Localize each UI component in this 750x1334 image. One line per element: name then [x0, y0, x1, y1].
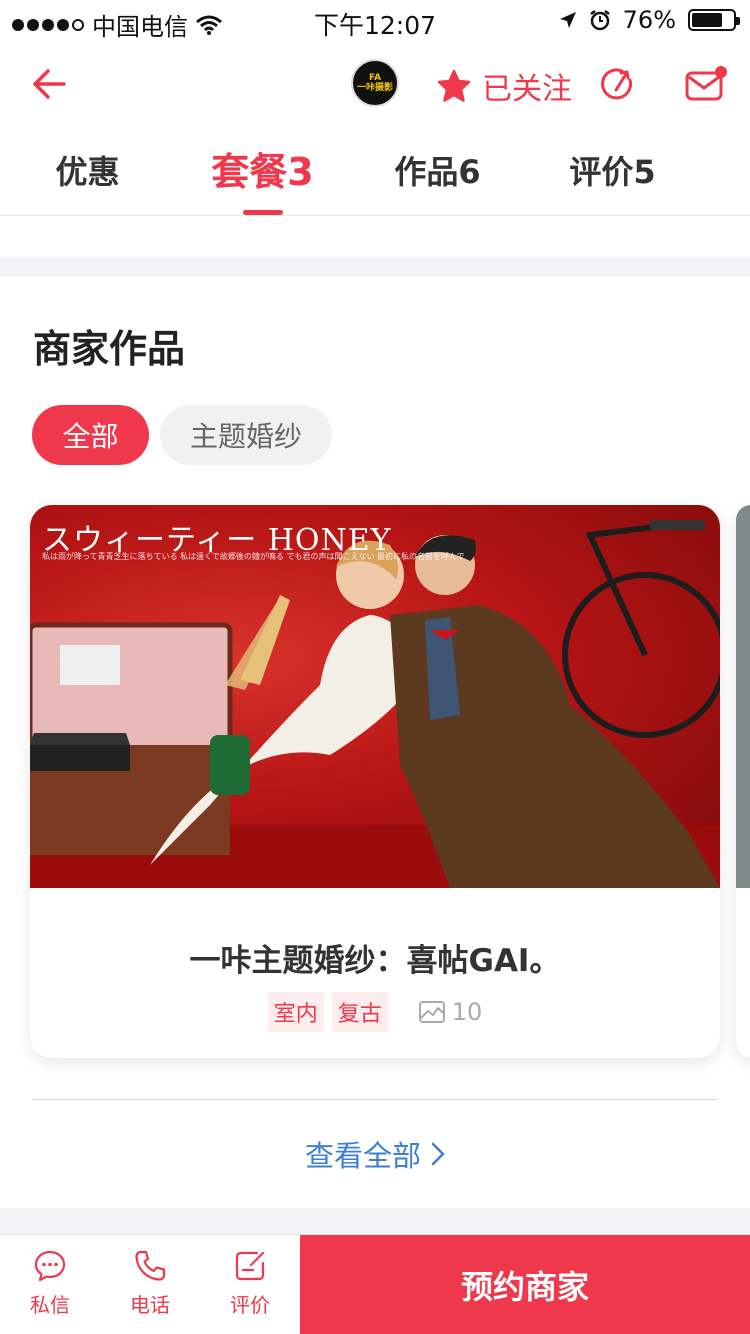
tab-reviews[interactable]: 评价5 [525, 128, 700, 215]
divider [32, 1099, 718, 1100]
review-edit-icon [235, 1251, 265, 1281]
section-title: 商家作品 [33, 327, 186, 371]
phone-label: 电话 [130, 1293, 170, 1317]
tab-package[interactable]: 套餐3 [175, 128, 350, 215]
section-separator [0, 257, 750, 277]
image-icon [418, 1001, 445, 1023]
photo-caption-line: 私は雨が降って青青芝生に落ちている 私は遠くで故郷後の鐘が鳴る でも君の声は聞こ… [42, 552, 465, 561]
merchant-avatar[interactable]: FA 一咔摄影 [351, 59, 399, 107]
location-arrow-icon [559, 12, 576, 28]
avatar-logo-subtext: 一咔摄影 [356, 83, 393, 93]
share-button[interactable] [600, 66, 636, 102]
battery-percent: 76% [622, 6, 676, 34]
private-message-label: 私信 [30, 1293, 70, 1317]
battery-fill [692, 13, 723, 27]
next-work-card-peek[interactable] [736, 505, 750, 1058]
status-right: 76% [559, 6, 740, 34]
battery-icon [688, 9, 740, 31]
section-separator-bottom [0, 1208, 750, 1234]
status-bar: 中国电信 下午12:07 76% [0, 0, 750, 41]
book-merchant-button[interactable]: 预约商家 [300, 1235, 750, 1334]
photo-count: 10 [418, 998, 483, 1026]
tag-retro: 复古 [331, 992, 388, 1032]
envelope-icon [685, 66, 727, 101]
back-arrow-icon [33, 69, 66, 99]
share-icon [601, 68, 633, 100]
back-button[interactable] [28, 62, 72, 106]
filter-all[interactable]: 全部 [32, 405, 149, 465]
work-title: 一咔主题婚纱：喜帖GAI。 [189, 943, 561, 979]
chat-bubble-icon [34, 1250, 66, 1282]
phone-icon [135, 1250, 166, 1281]
photo-count-value: 10 [451, 998, 483, 1026]
work-photo: スウィーティー HONEY 私は雨が降って青青芝生に落ちている 私は遠くで故郷後… [30, 505, 720, 888]
bottom-action-bar: 私信 电话 评价 预约商家 [0, 1234, 750, 1334]
follow-label: 已关注 [482, 72, 572, 107]
phone-button[interactable]: 电话 [110, 1249, 190, 1318]
view-all-label: 查看全部 [304, 1139, 421, 1173]
work-meta: 室内 复古 10 [30, 992, 720, 1032]
tab-bar: 优惠 套餐3 作品6 评价5 [0, 128, 750, 216]
follow-button[interactable]: 已关注 [436, 64, 572, 108]
tab-works[interactable]: 作品6 [350, 128, 525, 215]
private-message-button[interactable]: 私信 [10, 1249, 90, 1318]
avatar-logo-text: FA [368, 73, 382, 83]
nav-bar: FA 一咔摄影 已关注 [0, 40, 750, 128]
chevron-right-icon [431, 1142, 445, 1166]
star-icon [437, 69, 471, 102]
review-button[interactable]: 评价 [210, 1249, 290, 1318]
wedding-photo-illustration [30, 520, 720, 888]
tag-indoor: 室内 [267, 992, 324, 1032]
work-card[interactable]: スウィーティー HONEY 私は雨が降って青青芝生に落ちている 私は遠くで故郷後… [30, 505, 720, 1058]
filter-theme-wedding[interactable]: 主题婚纱 [160, 405, 332, 465]
messages-button[interactable] [684, 64, 728, 104]
review-label: 评价 [230, 1293, 270, 1317]
tab-discount[interactable]: 优惠 [0, 128, 175, 215]
alarm-icon [589, 10, 610, 31]
view-all-link[interactable]: 查看全部 [0, 1133, 750, 1175]
